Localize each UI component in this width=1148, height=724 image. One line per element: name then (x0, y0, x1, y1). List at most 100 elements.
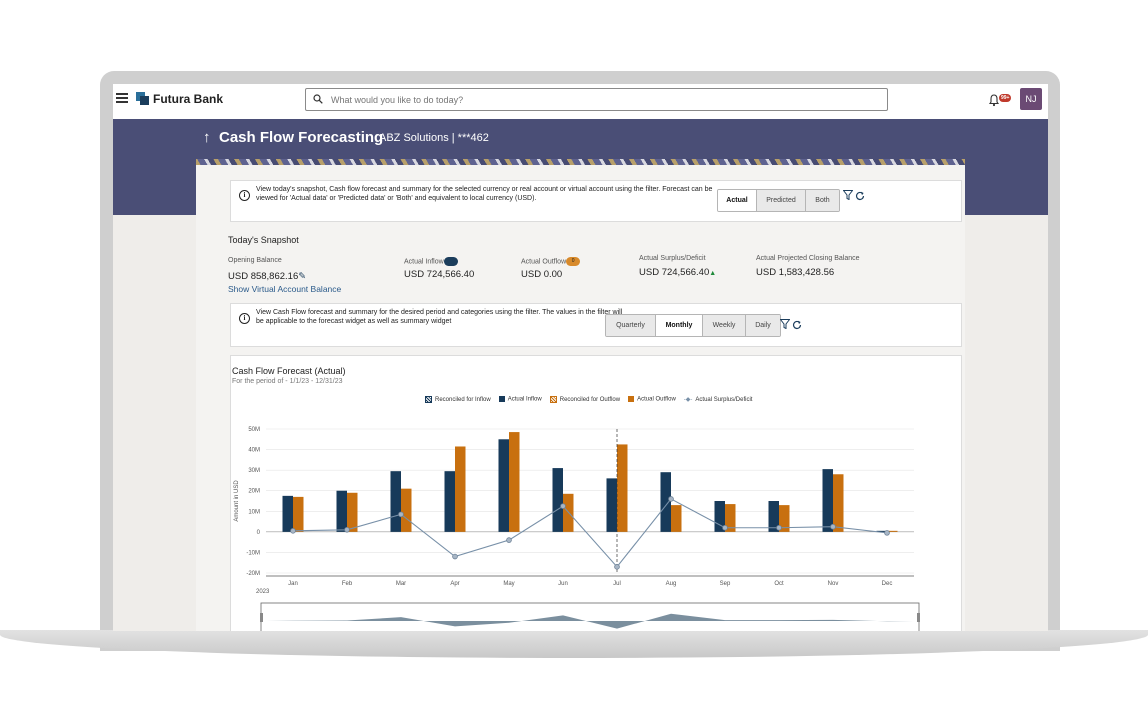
legend-reconciled-outflow[interactable]: Reconciled for Outflow (549, 396, 621, 404)
surplus-amount: USD 724,566.40 (639, 267, 710, 278)
refresh-icon[interactable] (792, 320, 802, 330)
y-tick-label: 40M (248, 448, 260, 454)
legend-actual-inflow[interactable]: Actual Inflow (498, 396, 542, 403)
data-type-toggle: Actual Predicted Both (717, 189, 840, 212)
x-tick-label: Mar (396, 581, 406, 587)
legend-actual-outflow-label: Actual Outflow (637, 396, 676, 403)
cash-flow-chart: 50M 40M 30M 20M 10M 0 -10M -20M Amount in USD 202… (234, 427, 920, 631)
x-tick-label: Jul (613, 581, 621, 587)
closing-balance-value: USD 1,583,428.56 (756, 267, 835, 278)
trend-up-icon: ▲ (709, 270, 717, 277)
bar-actual-outflow (671, 505, 682, 532)
inflow-badge (443, 257, 458, 266)
bar-actual-inflow (822, 469, 833, 532)
toggle-both[interactable]: Both (806, 190, 839, 211)
snapshot-filter-info: View today's snapshot, Cash flow forecas… (256, 186, 713, 202)
menu-icon[interactable] (116, 93, 128, 103)
y-tick-label: 10M (248, 509, 260, 515)
notification-badge: 99+ (999, 94, 1012, 102)
surplus-deficit-point (344, 527, 350, 533)
surplus-deficit-point (560, 503, 566, 509)
surplus-deficit-point (506, 537, 512, 543)
bar-actual-outflow (293, 496, 304, 532)
surplus-deficit-point (884, 530, 890, 536)
user-avatar[interactable]: NJ (1020, 88, 1042, 110)
bar-actual-inflow (444, 471, 455, 532)
refresh-icon[interactable] (855, 191, 865, 201)
bar-actual-inflow (606, 478, 617, 532)
surplus-deficit-point (722, 524, 728, 531)
period-filter-info: View Cash Flow forecast and summary for … (256, 309, 623, 325)
toggle-weekly[interactable]: Weekly (703, 315, 746, 336)
opening-balance-amount: USD 858,862.16 (228, 271, 299, 282)
toggle-monthly[interactable]: Monthly (656, 315, 703, 336)
filter-icon[interactable] (780, 319, 790, 329)
bar-actual-inflow (498, 439, 509, 532)
laptop-base (0, 630, 1148, 658)
surplus-deficit-point (290, 528, 296, 534)
account-subtitle: ABZ Solutions | ***462 (379, 132, 489, 144)
bank-logo-icon (136, 92, 149, 105)
x-tick-label: Dec (882, 581, 893, 587)
x-tick-label: May (503, 581, 514, 587)
toggle-predicted[interactable]: Predicted (757, 190, 806, 211)
y-tick-label: 50M (248, 427, 260, 433)
inflow-value: USD 724,566.40 (404, 269, 475, 280)
y-tick-label: 30M (248, 468, 260, 474)
toggle-actual[interactable]: Actual (718, 190, 757, 211)
bar-actual-inflow (336, 490, 347, 532)
bar-actual-outflow (617, 444, 628, 532)
snapshot-filter-card: i View today's snapshot, Cash flow forec… (230, 180, 962, 222)
show-virtual-balance-link[interactable]: Show Virtual Account Balance (228, 284, 341, 294)
surplus-label: Actual Surplus/Deficit (639, 255, 706, 262)
surplus-value: USD 724,566.40▲ (639, 267, 716, 278)
navigator-handle-left (260, 613, 263, 622)
info-icon: i (239, 190, 250, 201)
page-title: Cash Flow Forecasting (219, 129, 384, 146)
info-icon: i (239, 313, 250, 324)
surplus-deficit-point (614, 564, 620, 570)
y-tick-label: -10M (246, 550, 260, 556)
opening-balance-label: Opening Balance (228, 257, 282, 264)
edit-pencil-icon[interactable]: ✎ (298, 271, 306, 282)
outflow-badge: 0 (566, 257, 581, 266)
range-navigator (260, 602, 920, 631)
bar-actual-outflow (401, 488, 412, 532)
brand-name[interactable]: Futura Bank (153, 92, 223, 106)
legend-actual-inflow-label: Actual Inflow (507, 396, 542, 403)
legend-actual-outflow[interactable]: Actual Outflow (628, 396, 676, 403)
chart-subtitle: For the period of - 1/1/23 - 12/31/23 (232, 378, 343, 385)
search-input[interactable] (329, 91, 873, 108)
x-tick-label: Jan (288, 581, 298, 587)
legend-surplus-deficit-label: Actual Surplus/Deficit (695, 397, 753, 404)
surplus-deficit-point (776, 524, 782, 531)
period-filter-card: i View Cash Flow forecast and summary fo… (230, 303, 962, 347)
bar-actual-inflow (552, 468, 563, 532)
outflow-value: USD 0.00 (521, 269, 563, 280)
toggle-daily[interactable]: Daily (746, 315, 780, 336)
year-label: 2023 (256, 589, 270, 595)
chart-legend: Reconciled for Inflow Actual Inflow Reco… (425, 396, 752, 403)
bar-actual-inflow (282, 495, 293, 532)
back-arrow-icon[interactable]: ↑ (203, 129, 211, 146)
opening-balance-value: USD 858,862.16✎ (228, 271, 306, 282)
inflow-label-text: Actual Inflow (404, 258, 444, 266)
legend-reconciled-outflow-label: Reconciled for Outflow (559, 397, 621, 404)
period-toggle: Quarterly Monthly Weekly Daily (605, 314, 781, 337)
filter-icon[interactable] (843, 190, 853, 200)
legend-surplus-deficit[interactable]: -◆- Actual Surplus/Deficit (684, 396, 753, 403)
y-axis-label: Amount in USD (234, 480, 240, 522)
outflow-label-text: Actual Outflow (521, 258, 567, 266)
legend-reconciled-inflow[interactable]: Reconciled for Inflow (425, 396, 491, 403)
surplus-deficit-point (830, 523, 836, 530)
y-tick-label: 0 (257, 530, 261, 536)
search-box[interactable] (305, 88, 888, 111)
surplus-deficit-point (452, 553, 458, 560)
surplus-deficit-line (292, 498, 888, 568)
toggle-quarterly[interactable]: Quarterly (606, 315, 656, 336)
x-tick-label: Feb (342, 581, 353, 587)
legend-reconciled-inflow-label: Reconciled for Inflow (435, 397, 491, 404)
bar-actual-outflow (455, 446, 466, 532)
x-tick-label: Apr (450, 581, 459, 587)
bar-actual-outflow (347, 492, 358, 532)
